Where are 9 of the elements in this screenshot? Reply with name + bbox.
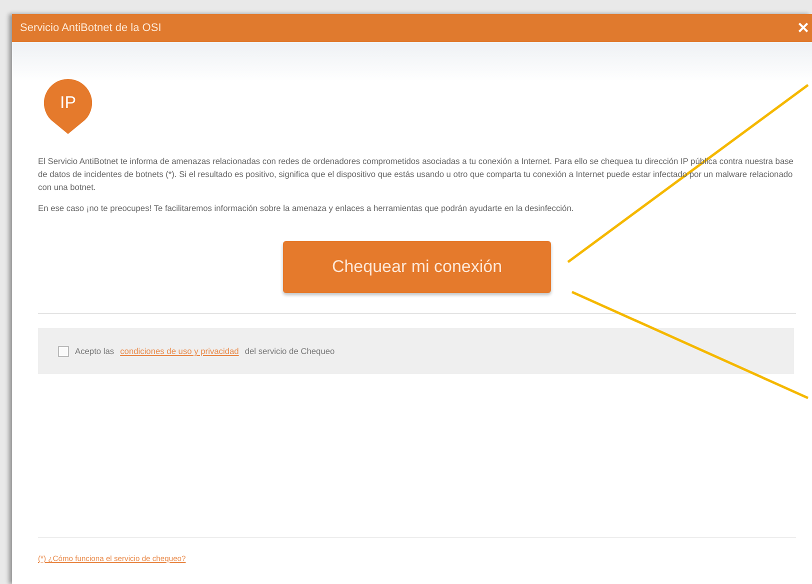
consent-text: Acepto las <box>75 346 114 356</box>
description-text: En ese caso ¡no te preocupes! Te facilitaremos información sobre la amenaza y enlaces a herramientas que podrán ayudarte en la desinfección. <box>38 202 575 215</box>
consent-checkbox[interactable] <box>58 346 69 356</box>
close-button[interactable]: ✕ <box>795 19 812 37</box>
window-title: Servicio AntiBotnet de la OSI <box>20 22 162 34</box>
consent-text: del servicio de Chequeo <box>244 346 335 356</box>
location-pin-icon: IP <box>42 77 94 135</box>
check-connection-button[interactable]: Chequear mi conexión <box>283 241 551 293</box>
terms-link[interactable]: condiciones de uso y privacidad <box>120 346 239 356</box>
